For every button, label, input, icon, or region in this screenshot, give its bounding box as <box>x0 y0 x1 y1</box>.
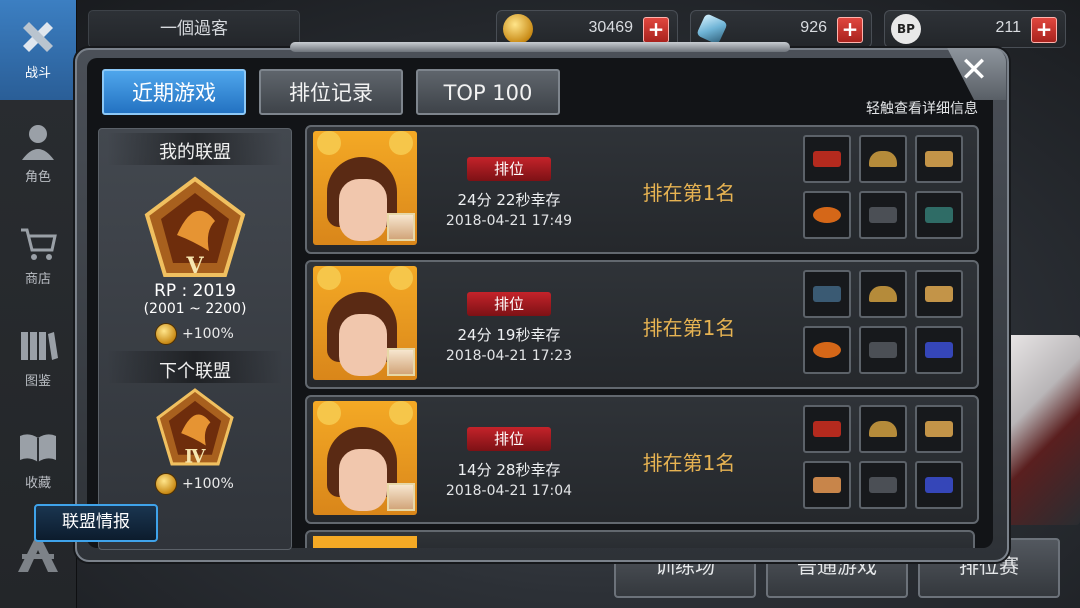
character-icon <box>22 125 54 160</box>
rp-range: (2001 ~ 2200) <box>143 301 247 317</box>
accessory-slot <box>803 191 851 239</box>
mode-badge: 排位 <box>467 427 551 451</box>
weapon-slot <box>803 405 851 453</box>
match-date: 2018-04-21 17:23 <box>445 348 573 364</box>
secondary-weapon-slot <box>915 191 963 239</box>
gold-coin-icon <box>503 14 533 44</box>
bp-value: 211 <box>995 19 1021 36</box>
character-portrait <box>313 131 417 245</box>
crystal-value: 926 <box>800 19 827 36</box>
next-league-title: 下个联盟 <box>159 361 231 382</box>
helmet-slot <box>859 405 907 453</box>
bp-counter: BP 211 + <box>884 10 1066 48</box>
add-bp-button[interactable]: + <box>1031 17 1057 43</box>
gold-value: 30469 <box>588 19 634 36</box>
skin-thumbnail <box>387 483 415 511</box>
accessory-slot <box>803 326 851 374</box>
match-rank: 排在第1名 <box>642 451 736 475</box>
armor-slot <box>915 270 963 318</box>
match-date: 2018-04-21 17:49 <box>445 213 573 229</box>
nav-item-battle[interactable]: 战斗 <box>0 0 76 100</box>
pet-slot <box>859 461 907 509</box>
nav-label: 商店 <box>24 272 51 287</box>
nav-item-character[interactable]: 角色 <box>0 104 76 204</box>
secondary-weapon-slot <box>915 326 963 374</box>
cart-icon <box>21 228 57 260</box>
armor-slot <box>915 405 963 453</box>
modal-top-grip <box>290 42 790 52</box>
match-row-partial <box>305 530 975 548</box>
my-league-bonus: +100% <box>155 323 234 345</box>
helmet-slot <box>859 270 907 318</box>
pet-slot <box>859 326 907 374</box>
tab-rank-records[interactable]: 排位记录 <box>259 69 403 115</box>
open-book-icon <box>20 434 56 462</box>
gold-coin-icon <box>155 323 177 345</box>
my-league-title: 我的联盟 <box>159 142 231 163</box>
match-row[interactable]: 排位 24分 22秒幸存 2018-04-21 17:49 排在第1名 <box>305 125 979 254</box>
player-name: 一個過客 <box>160 19 228 39</box>
weapon-slot <box>803 270 851 318</box>
crystal-icon <box>696 13 728 45</box>
add-crystal-button[interactable]: + <box>837 17 863 43</box>
survival-time: 24分 19秒幸存 <box>457 326 561 344</box>
mode-badge: 排位 <box>467 157 551 181</box>
match-row[interactable]: 排位 24分 19秒幸存 2018-04-21 17:23 排在第1名 <box>305 260 979 389</box>
match-rank: 排在第1名 <box>642 316 736 340</box>
gold-coin-icon <box>155 473 177 495</box>
nav-item-codex[interactable]: 图鉴 <box>0 308 76 408</box>
secondary-weapon-slot <box>915 461 963 509</box>
player-name-plate: 一個過客 <box>88 10 300 48</box>
match-date: 2018-04-21 17:04 <box>445 483 573 499</box>
armor-slot <box>915 135 963 183</box>
svg-text:Ⅳ: Ⅳ <box>185 446 207 467</box>
my-league-emblem-icon: V <box>144 176 246 279</box>
mode-badge: 排位 <box>467 292 551 316</box>
nav-label: 战斗 <box>24 66 51 81</box>
nav-label: 收藏 <box>24 476 51 491</box>
league-panel: 我的联盟 V RP : 2019 (2001 ~ 2200) +100% 下个联… <box>98 128 292 550</box>
match-row[interactable]: 排位 14分 28秒幸存 2018-04-21 17:04 排在第1名 <box>305 395 979 524</box>
close-icon[interactable]: ✕ <box>958 53 990 87</box>
skin-thumbnail <box>387 213 415 241</box>
nav-item-shop[interactable]: 商店 <box>0 206 76 306</box>
next-league-emblem-icon: Ⅳ <box>156 388 234 467</box>
helmet-slot <box>859 135 907 183</box>
nav-label: 图鉴 <box>24 374 51 389</box>
league-info-button[interactable]: 联盟情报 <box>34 504 158 542</box>
svg-text:V: V <box>185 253 204 279</box>
add-gold-button[interactable]: + <box>643 17 669 43</box>
survival-time: 24分 22秒幸存 <box>457 191 561 209</box>
accessory-slot <box>803 461 851 509</box>
tab-recent-games[interactable]: 近期游戏 <box>102 69 246 115</box>
tab-top-100[interactable]: TOP 100 <box>416 69 560 115</box>
character-portrait <box>313 401 417 515</box>
weapon-slot <box>803 135 851 183</box>
tap-hint: 轻触查看详细信息 <box>866 101 978 117</box>
rp-value: RP : 2019 <box>154 281 236 301</box>
pet-slot <box>859 191 907 239</box>
skin-thumbnail <box>387 348 415 376</box>
nav-label: 角色 <box>24 170 51 185</box>
crossed-guns-icon <box>23 22 53 52</box>
survival-time: 14分 28秒幸存 <box>457 461 561 479</box>
next-league-bonus: +100% <box>155 473 234 495</box>
match-rank: 排在第1名 <box>642 181 736 205</box>
character-portrait <box>313 536 417 548</box>
character-portrait <box>313 266 417 380</box>
books-icon <box>21 332 58 360</box>
bp-paw-icon: BP <box>891 14 921 44</box>
nav-item-collection[interactable]: 收藏 <box>0 410 76 510</box>
